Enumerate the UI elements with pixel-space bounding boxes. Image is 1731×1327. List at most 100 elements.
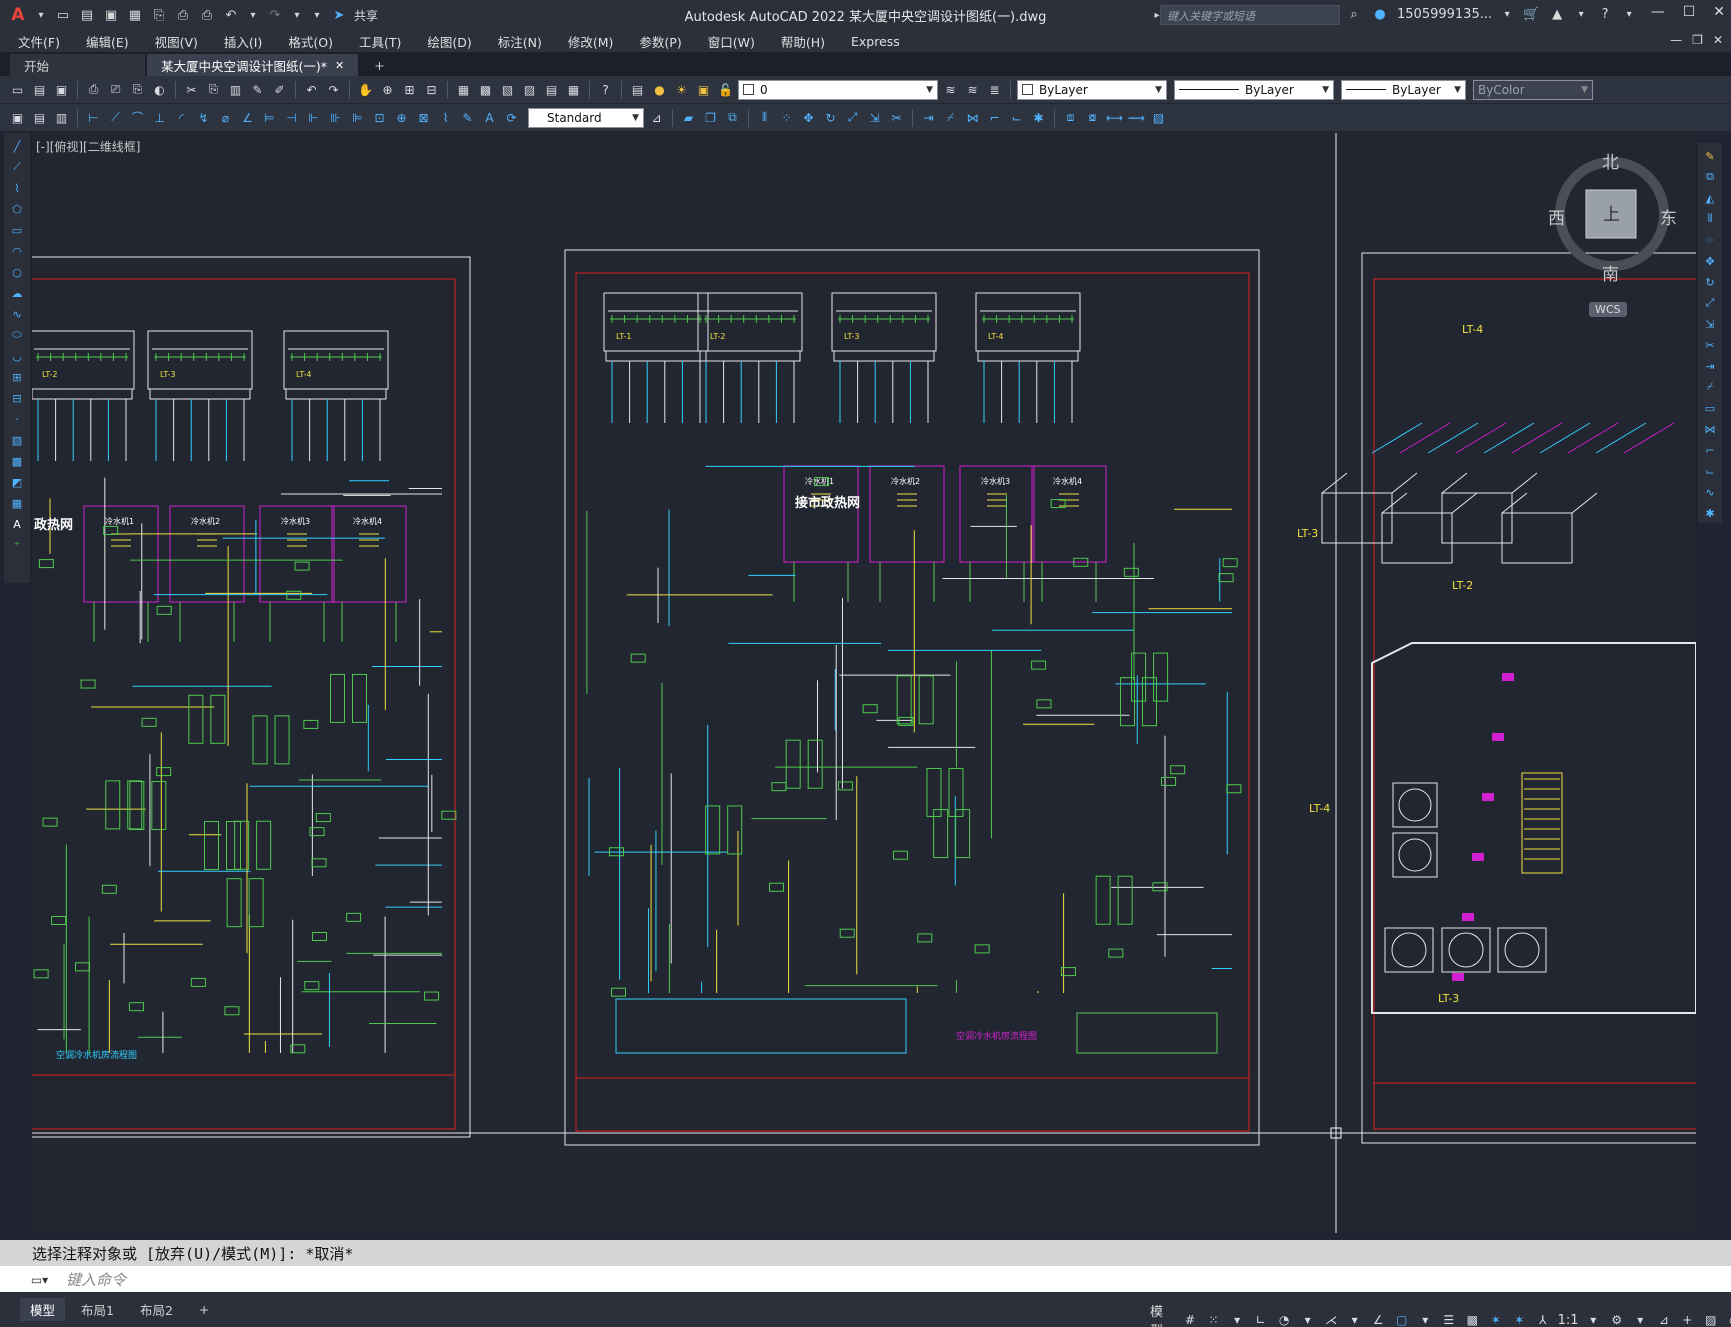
plotstyle-dropdown[interactable]: ByColor ▼ [1473,79,1593,100]
arc-length-icon[interactable]: ⌒ [128,108,147,127]
scale-icon[interactable]: ⤢ [843,108,862,127]
hatch-icon[interactable]: ▨ [8,431,26,449]
object-snap-tracking-icon[interactable]: ∠ [1369,1311,1387,1327]
copy-clip-icon[interactable]: ▣ [8,108,27,127]
menu-dimension[interactable]: 标注(N) [498,32,542,51]
plot-preview-icon[interactable]: ⎚ [106,80,125,99]
annotation-visibility-icon[interactable]: ✶ [1487,1311,1505,1327]
cut-icon[interactable]: ✂ [182,80,201,99]
offset-icon[interactable]: ⫴ [1701,210,1719,228]
undo-icon[interactable]: ↶ [222,6,240,24]
menu-tools[interactable]: 工具(T) [359,32,401,51]
wcs-menu[interactable]: WCS [1589,302,1627,317]
aligned-dim-icon[interactable]: ⟋ [106,108,125,127]
lineweight-icon[interactable]: ☰ [1440,1311,1458,1327]
break-at-point-icon[interactable]: ⌿ [1701,378,1719,396]
cart-icon[interactable]: 🛒 [1522,5,1540,23]
compass-north[interactable]: 北 [1602,148,1619,173]
redo-icon[interactable]: ↷ [324,80,343,99]
trim-icon[interactable]: ✂ [1701,336,1719,354]
ordinate-dim-icon[interactable]: ⊥ [150,108,169,127]
isolate-icon[interactable]: ◑ [1726,1311,1731,1327]
radius-dim-icon[interactable]: ◜ [172,108,191,127]
block-editor-icon[interactable]: ✐ [270,80,289,99]
rotate-icon[interactable]: ↻ [1701,273,1719,291]
add-layout-button[interactable]: + [189,1300,219,1319]
grid-icon[interactable]: # [1181,1311,1199,1327]
chevron-down-icon[interactable]: ▾ [1228,1311,1246,1327]
viewcube-top-face[interactable]: 上 [1603,200,1620,225]
polygon-icon[interactable]: ⬠ [8,200,26,218]
lengthen-icon[interactable]: ⟷ [1105,108,1124,127]
ellipse-icon[interactable]: ⬭ [8,326,26,344]
revcloud-icon[interactable]: ☁ [8,284,26,302]
polar-icon[interactable]: ◔ [1275,1311,1293,1327]
user-icon[interactable]: ● [1371,5,1389,23]
hardware-acceleration-icon[interactable]: ▨ [1702,1311,1720,1327]
tool-palettes-icon[interactable]: ▧ [498,80,517,99]
snap-icon[interactable]: ⁙ [1205,1311,1223,1327]
menu-help[interactable]: 帮助(H) [781,32,825,51]
sheet-set-icon[interactable]: ▨ [520,80,539,99]
menu-format[interactable]: 格式(O) [288,32,333,51]
close-icon[interactable]: ✕ [1713,4,1725,20]
edit-hatch-icon[interactable]: ▧ [1149,108,1168,127]
lineweight-dropdown[interactable]: ByLayer ▼ [1341,79,1466,100]
edit-polyline-icon[interactable]: ⟿ [1127,108,1146,127]
quick-dim-icon[interactable]: ⊨ [260,108,279,127]
fillet-icon[interactable]: ⌙ [1701,462,1719,480]
gradient-icon[interactable]: ▩ [8,452,26,470]
save-as-icon[interactable]: ▦ [126,6,144,24]
explode-icon[interactable]: ✱ [1029,108,1048,127]
construction-line-icon[interactable]: ⟋ [8,158,26,176]
compass-west[interactable]: 西 [1548,204,1565,229]
tab-layout2[interactable]: 布局2 [130,1298,183,1321]
align-icon[interactable]: ⧇ [1083,108,1102,127]
doc-restore-icon[interactable]: ❐ [1692,33,1703,47]
blend-curves-icon[interactable]: ∿ [1701,483,1719,501]
point-icon[interactable]: · [8,410,26,428]
tab-close-icon[interactable]: ✕ [335,59,344,72]
object-snap-icon[interactable]: ▢ [1393,1311,1411,1327]
linetype-dropdown[interactable]: ByLayer ▼ [1174,79,1334,100]
doc-minimize-icon[interactable]: — [1670,33,1682,47]
calculator-icon[interactable]: ▦ [564,80,583,99]
menu-insert[interactable]: 插入(I) [224,32,262,51]
copy-icon[interactable]: ⎘ [204,80,223,99]
redo-icon[interactable]: ↷ [266,6,284,24]
design-center-icon[interactable]: ▩ [476,80,495,99]
menu-file[interactable]: 文件(F) [18,32,60,51]
viewcube[interactable]: 北 南 东 西 上 [1548,148,1678,288]
save-icon[interactable]: ▣ [102,6,120,24]
inspect-icon[interactable]: ⊠ [414,108,433,127]
layer-vp-freeze-icon[interactable]: ▣ [694,80,713,99]
share-button[interactable]: 共享 [354,7,378,24]
annotation-scale-icon[interactable]: ⅄ [1534,1311,1552,1327]
chevron-down-icon[interactable]: ▾ [1632,1311,1650,1327]
center-mark-icon[interactable]: ⊕ [392,108,411,127]
menu-draw[interactable]: 绘图(D) [427,32,471,51]
maximize-icon[interactable]: ☐ [1683,4,1696,20]
trim-icon[interactable]: ✂ [887,108,906,127]
erase-icon[interactable]: ▰ [679,108,698,127]
ellipse-arc-icon[interactable]: ◡ [8,347,26,365]
annotation-scale-value[interactable]: 1:1 [1558,1313,1579,1327]
mirror-icon[interactable]: ◭ [1701,189,1719,207]
search-input[interactable]: 键入关键字或短语 [1160,5,1340,25]
lock-icon[interactable]: 🔓 [716,80,735,99]
save-icon[interactable]: ▣ [52,80,71,99]
model-space-toggle[interactable]: 模型 [1150,1301,1175,1327]
mtext-icon[interactable]: A [8,515,26,533]
mirror-icon[interactable]: ⧉ [723,108,742,127]
menu-parametric[interactable]: 参数(P) [639,32,681,51]
properties-icon[interactable]: ▦ [454,80,473,99]
zoom-realtime-icon[interactable]: ⊕ [378,80,397,99]
chamfer-icon[interactable]: ⌐ [1701,441,1719,459]
erase-icon[interactable]: ✎ [1701,147,1719,165]
isodraft-icon[interactable]: ⋌ [1322,1311,1340,1327]
new-tab-button[interactable]: + [360,54,398,76]
array-icon[interactable]: ⁘ [1701,231,1719,249]
user-name[interactable]: 1505999135... [1397,7,1492,22]
chevron-down-icon[interactable]: ▾ [246,8,260,22]
chevron-down-icon[interactable]: ▾ [1346,1311,1364,1327]
